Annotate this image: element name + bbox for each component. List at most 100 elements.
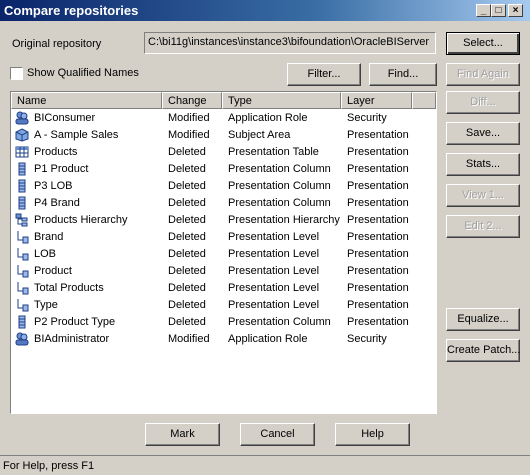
cell-type: Presentation Table <box>228 146 319 158</box>
cell-change: Deleted <box>168 146 206 158</box>
minimize-button[interactable]: _ <box>476 4 491 17</box>
table-row[interactable]: P1 Product Deleted Presentation Column Pres… <box>11 161 436 178</box>
presentation-column-icon <box>15 196 29 210</box>
find-button[interactable]: Find... <box>369 63 437 86</box>
cell-name: A - Sample Sales <box>34 129 119 141</box>
table-row[interactable]: BIAdministrator Modified Application Role S… <box>11 331 436 348</box>
subject-area-icon <box>15 128 29 142</box>
maximize-button[interactable]: □ <box>491 4 506 17</box>
cell-change: Modified <box>168 129 210 141</box>
cell-change: Deleted <box>168 282 206 294</box>
cell-type: Presentation Hierarchy <box>228 214 340 226</box>
table-row[interactable]: P3 LOB Deleted Presentation Column Presenta… <box>11 178 436 195</box>
original-repository-label: Original repository <box>12 38 102 50</box>
create-patch-button[interactable]: Create Patch... <box>446 339 520 362</box>
presentation-level-icon <box>15 247 29 261</box>
table-row[interactable]: Brand Deleted Presentation Level Presentati… <box>11 229 436 246</box>
cell-name: Product <box>34 265 72 277</box>
status-bar: For Help, press F1 <box>0 455 530 475</box>
save-button[interactable]: Save... <box>446 122 520 145</box>
table-row[interactable]: BIConsumer Modified Application Role Securi… <box>11 110 436 127</box>
cell-change: Deleted <box>168 299 206 311</box>
cell-name: Total Products <box>34 282 104 294</box>
title-bar: Compare repositories _ □ × <box>0 0 530 21</box>
cell-change: Deleted <box>168 248 206 260</box>
view-button[interactable]: View 1... <box>446 184 520 207</box>
cell-change: Deleted <box>168 163 206 175</box>
application-role-icon <box>15 332 29 346</box>
cell-name: BIConsumer <box>34 112 96 124</box>
cancel-button[interactable]: Cancel <box>240 423 315 446</box>
presentation-hierarchy-icon <box>15 213 29 227</box>
column-header-type[interactable]: Type <box>222 92 341 109</box>
cell-type: Presentation Level <box>228 299 320 311</box>
cell-change: Deleted <box>168 265 206 277</box>
cell-layer: Presentation <box>347 231 409 243</box>
cell-type: Presentation Column <box>228 163 331 175</box>
presentation-level-icon <box>15 281 29 295</box>
diff-button[interactable]: Diff... <box>446 91 520 114</box>
cell-type: Presentation Column <box>228 197 331 209</box>
cell-name: P4 Brand <box>34 197 80 209</box>
original-repository-field: C:\bi11g\instances\instance3\bifoundatio… <box>144 32 436 54</box>
edit-button[interactable]: Edit 2... <box>446 215 520 238</box>
cell-type: Presentation Level <box>228 282 320 294</box>
presentation-column-icon <box>15 179 29 193</box>
cell-layer: Presentation <box>347 265 409 277</box>
help-button[interactable]: Help <box>335 423 410 446</box>
table-row[interactable]: LOB Deleted Presentation Level Presentation <box>11 246 436 263</box>
cell-layer: Presentation <box>347 129 409 141</box>
presentation-level-icon <box>15 264 29 278</box>
cell-layer: Presentation <box>347 180 409 192</box>
table-row[interactable]: Product Deleted Presentation Level Presenta… <box>11 263 436 280</box>
presentation-column-icon <box>15 162 29 176</box>
presentation-level-icon <box>15 298 29 312</box>
cell-name: BIAdministrator <box>34 333 110 345</box>
show-qualified-names-checkbox[interactable] <box>10 67 23 80</box>
table-row[interactable]: A - Sample Sales Modified Subject Area Pres… <box>11 127 436 144</box>
cell-name: Brand <box>34 231 64 243</box>
window-title: Compare repositories <box>4 3 139 18</box>
cell-type: Presentation Level <box>228 248 320 260</box>
cell-name: LOB <box>34 248 57 260</box>
presentation-level-icon <box>15 230 29 244</box>
cell-layer: Presentation <box>347 214 409 226</box>
cell-change: Deleted <box>168 180 206 192</box>
find-again-button[interactable]: Find Again <box>446 63 520 86</box>
column-header-layer[interactable]: Layer <box>341 92 412 109</box>
cell-layer: Presentation <box>347 163 409 175</box>
show-qualified-names-label: Show Qualified Names <box>27 67 139 79</box>
table-row[interactable]: Total Products Deleted Presentation Level P… <box>11 280 436 297</box>
cell-type: Subject Area <box>228 129 291 141</box>
cell-change: Modified <box>168 112 210 124</box>
presentation-column-icon <box>15 315 29 329</box>
table-row[interactable]: P2 Product Type Deleted Presentation Colum… <box>11 314 436 331</box>
select-button[interactable]: Select... <box>446 32 520 55</box>
column-header-name[interactable]: Name <box>11 92 162 109</box>
cell-layer: Presentation <box>347 282 409 294</box>
cell-type: Presentation Level <box>228 231 320 243</box>
presentation-table-icon <box>15 145 29 159</box>
status-text: For Help, press F1 <box>3 460 95 472</box>
cell-name: P3 LOB <box>34 180 73 192</box>
table-row[interactable]: Products Hierarchy Deleted Presentation Hi… <box>11 212 436 229</box>
close-button[interactable]: × <box>508 4 523 17</box>
table-row[interactable]: Type Deleted Presentation Level Presentatio… <box>11 297 436 314</box>
cell-layer: Presentation <box>347 299 409 311</box>
table-row[interactable]: P4 Brand Deleted Presentation Column Presen… <box>11 195 436 212</box>
table-row[interactable]: Products Deleted Presentation Table Present… <box>11 144 436 161</box>
cell-change: Deleted <box>168 316 206 328</box>
cell-name: Products <box>34 146 78 158</box>
equalize-button[interactable]: Equalize... <box>446 308 520 331</box>
stats-button[interactable]: Stats... <box>446 153 520 176</box>
changes-list[interactable]: Name Change Type Layer BIConsumer Modifie… <box>10 91 437 414</box>
cell-change: Deleted <box>168 197 206 209</box>
cell-type: Presentation Level <box>228 265 320 277</box>
cell-layer: Presentation <box>347 146 409 158</box>
column-header-change[interactable]: Change <box>162 92 222 109</box>
cell-type: Application Role <box>228 333 308 345</box>
cell-type: Presentation Column <box>228 316 331 328</box>
mark-button[interactable]: Mark <box>145 423 220 446</box>
cell-layer: Security <box>347 333 387 345</box>
filter-button[interactable]: Filter... <box>287 63 361 86</box>
